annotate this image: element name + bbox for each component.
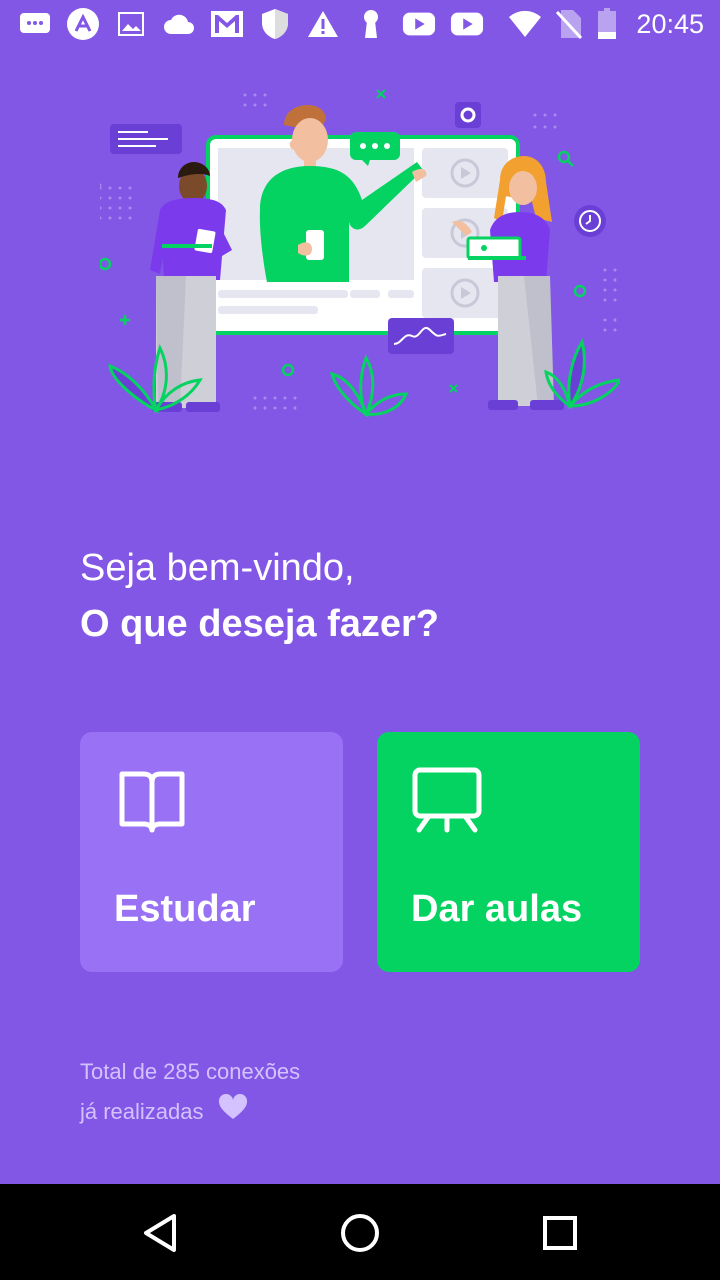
back-icon[interactable] [135,1208,185,1258]
home-icon[interactable] [335,1208,385,1258]
cloud-icon [162,8,196,40]
greeting-title: Seja bem-vindo, [80,547,355,589]
keyhole-icon [354,8,388,40]
connections-info: Total de 285 conexões já realizadas [80,1052,480,1133]
chat-icon [18,8,52,40]
wifi-icon [508,8,542,40]
teach-button-label: Dar aulas [411,888,583,930]
status-time: 20:45 [636,9,704,39]
connections-total: Total de 285 conexões [80,1059,301,1084]
presentation-icon [411,766,487,834]
connections-suffix: já realizadas [80,1099,204,1124]
book-icon [114,766,190,834]
warning-icon [306,8,340,40]
recents-icon[interactable] [535,1208,585,1258]
shield-icon [258,8,292,40]
teach-button[interactable]: Dar aulas [377,732,640,972]
system-nav-bar [0,1184,720,1280]
battery-icon [590,8,624,40]
no-sim-icon [552,8,586,40]
gmail-icon [210,8,244,40]
app-a-icon [66,8,100,40]
study-button[interactable]: Estudar [80,732,343,972]
status-bar: 20:45 [0,0,720,48]
study-button-label: Estudar [114,888,256,930]
youtube-icon [402,8,436,40]
greeting-question: O que deseja fazer? [80,603,440,645]
connections-line2-wrap: já realizadas [80,1092,480,1133]
heart-icon [218,1093,248,1133]
youtube-icon [450,8,484,40]
image-icon [114,8,148,40]
greeting: Seja bem-vindo, O que deseja fazer? [80,540,640,652]
landing-illustration [78,80,623,430]
